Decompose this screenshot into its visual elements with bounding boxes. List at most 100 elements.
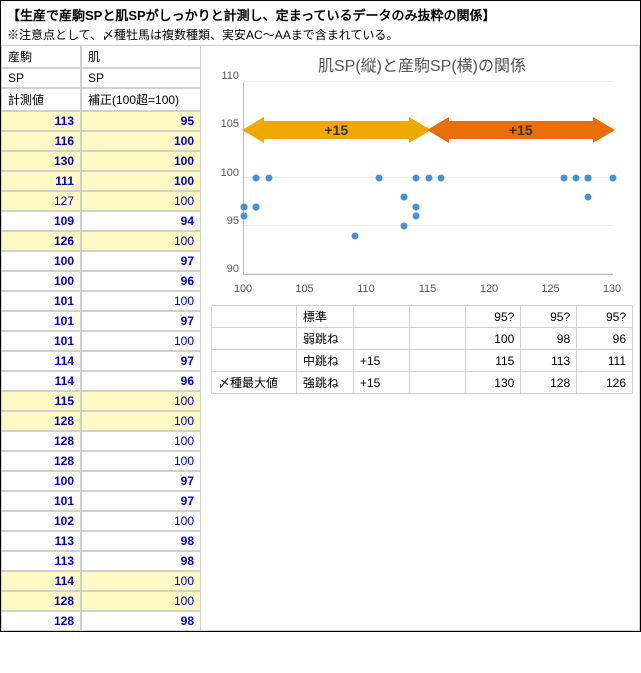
cell-a: 128 [1, 411, 81, 431]
page-note: ※注意点として、〆種牡馬は複数種類、実安AC～AAまで含まれている。 [1, 26, 640, 45]
chart-cell: 肌SP(縦)と産駒SP(横)の関係 +15 +15 90 95 100 105 110 10… [201, 45, 640, 631]
cell-b: 100 [81, 131, 201, 151]
data-point [425, 175, 432, 182]
data-point [560, 175, 567, 182]
cell-a: 101 [1, 291, 81, 311]
cell-b: 100 [81, 431, 201, 451]
plot-inner: +15 +15 [243, 82, 613, 275]
arrow: +15 [244, 117, 429, 143]
cell-b: 96 [81, 271, 201, 291]
data-point [610, 175, 617, 182]
cell-b: 96 [81, 371, 201, 391]
table-row: 標準95?95?95? [212, 306, 633, 328]
cell-b: 100 [81, 151, 201, 171]
cell-a: 128 [1, 591, 81, 611]
cell-b: 97 [81, 351, 201, 371]
data-point [400, 223, 407, 230]
cell-a: 111 [1, 171, 81, 191]
arrow-label: +15 [509, 122, 533, 138]
main-grid: 産駒 肌 肌SP(縦)と産駒SP(横)の関係 +15+15 9095100105… [1, 45, 640, 631]
xtick: 115 [419, 283, 437, 295]
cell-b: 100 [81, 171, 201, 191]
arrow: +15 [429, 117, 614, 143]
cell-b: 94 [81, 211, 201, 231]
ytick: 95 [211, 215, 239, 227]
hdr-col2c: 補正(100超=100) [81, 88, 201, 111]
cell-a: 113 [1, 111, 81, 131]
cell-a: 128 [1, 431, 81, 451]
data-point [437, 175, 444, 182]
data-point [585, 175, 592, 182]
hdr-col2a: 肌 [81, 45, 201, 68]
lower-table: 標準95?95?95?弱跳ね1009896中跳ね+15115113111〆種最大… [211, 305, 633, 394]
cell-a: 126 [1, 231, 81, 251]
cell-a: 100 [1, 251, 81, 271]
cell-a: 100 [1, 271, 81, 291]
cell-a: 114 [1, 571, 81, 591]
ytick: 100 [211, 167, 239, 179]
cell-a: 113 [1, 551, 81, 571]
xtick: 125 [541, 283, 559, 295]
cell-b: 100 [81, 231, 201, 251]
cell-b: 100 [81, 191, 201, 211]
cell-a: 101 [1, 491, 81, 511]
cell-b: 100 [81, 391, 201, 411]
cell-b: 100 [81, 331, 201, 351]
cell-a: 115 [1, 391, 81, 411]
xtick: 120 [480, 283, 498, 295]
data-point [253, 203, 260, 210]
ytick: 110 [211, 70, 239, 82]
xtick: 105 [295, 283, 313, 295]
data-point [376, 175, 383, 182]
data-point [585, 194, 592, 201]
cell-b: 98 [81, 611, 201, 631]
data-point [413, 175, 420, 182]
ytick: 105 [211, 118, 239, 130]
cell-a: 127 [1, 191, 81, 211]
data-point [265, 175, 272, 182]
arrow-label: +15 [324, 122, 348, 138]
data-point [573, 175, 580, 182]
xtick: 110 [357, 283, 375, 295]
cell-a: 130 [1, 151, 81, 171]
cell-b: 97 [81, 491, 201, 511]
table-row: 弱跳ね1009896 [212, 328, 633, 350]
data-point [253, 175, 260, 182]
cell-b: 97 [81, 311, 201, 331]
data-point [413, 213, 420, 220]
cell-b: 97 [81, 471, 201, 491]
scatter-plot: +15+15 909510010511010010511011512012513… [211, 82, 623, 297]
data-point [241, 203, 248, 210]
cell-a: 109 [1, 211, 81, 231]
cell-b: 100 [81, 571, 201, 591]
hdr-col1a: 産駒 [1, 45, 81, 68]
cell-b: 100 [81, 511, 201, 531]
data-point [241, 213, 248, 220]
data-point [400, 194, 407, 201]
cell-a: 101 [1, 331, 81, 351]
cell-b: 100 [81, 591, 201, 611]
chart-title: 肌SP(縦)と産駒SP(横)の関係 [211, 48, 633, 82]
ytick: 90 [211, 263, 239, 275]
cell-b: 95 [81, 111, 201, 131]
cell-a: 100 [1, 471, 81, 491]
cell-a: 128 [1, 451, 81, 471]
cell-a: 102 [1, 511, 81, 531]
cell-a: 114 [1, 371, 81, 391]
cell-a: 113 [1, 531, 81, 551]
cell-b: 98 [81, 531, 201, 551]
table-row: 〆種最大値強跳ね+15130128126 [212, 372, 633, 394]
hdr-col1c: 計測値 [1, 88, 81, 111]
data-point [413, 203, 420, 210]
cell-a: 116 [1, 131, 81, 151]
cell-a: 114 [1, 351, 81, 371]
cell-b: 97 [81, 251, 201, 271]
xtick: 100 [234, 283, 252, 295]
cell-b: 100 [81, 291, 201, 311]
cell-a: 128 [1, 611, 81, 631]
page-title: 【生産で産駒SPと肌SPがしっかりと計測し、定まっているデータのみ抜粋の関係】 [1, 1, 640, 26]
lower-tbody: 標準95?95?95?弱跳ね1009896中跳ね+15115113111〆種最大… [212, 306, 633, 394]
hdr-col1b: SP [1, 68, 81, 88]
cell-a: 101 [1, 311, 81, 331]
hdr-col2b: SP [81, 68, 201, 88]
